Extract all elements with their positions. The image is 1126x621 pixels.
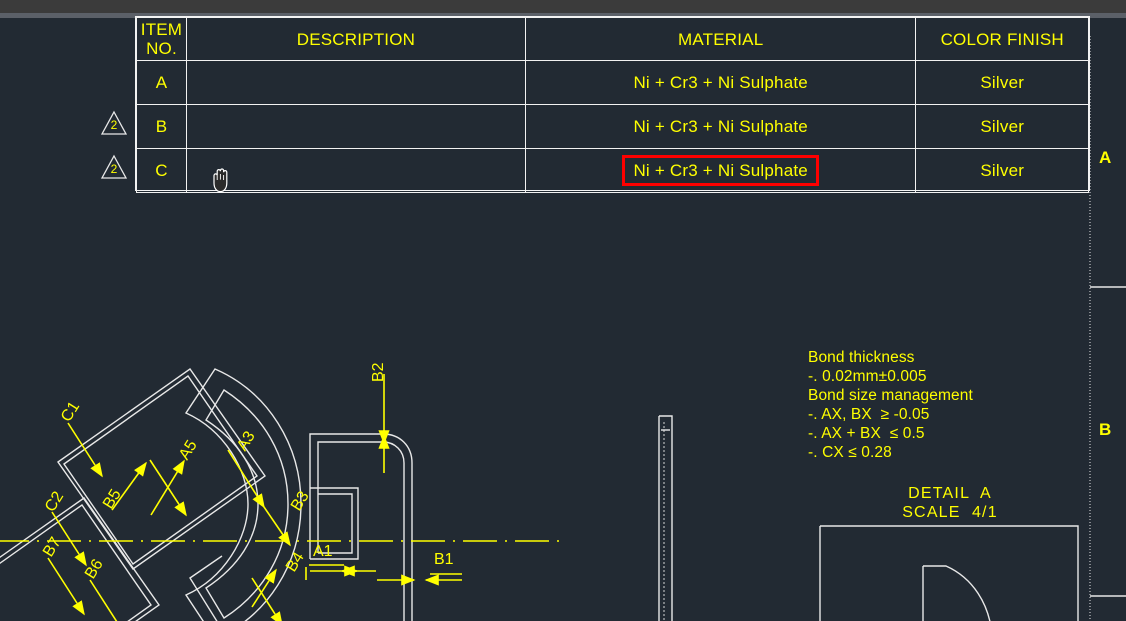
cell-item-no[interactable]: C <box>136 148 187 193</box>
column-header-item-no: ITEM NO. <box>136 17 187 61</box>
zone-letter-a: A <box>1099 148 1112 167</box>
revision-triangle-number: 2 <box>110 118 118 132</box>
table-row[interactable]: C Ni + Cr3 + Ni Sulphate Silver <box>136 148 1089 193</box>
dimension-annotations <box>0 374 565 621</box>
table-header-row: ITEM NO. DESCRIPTION MATERIAL COLOR FINI… <box>136 17 1089 61</box>
table-row[interactable]: B Ni + Cr3 + Ni Sulphate Silver <box>136 104 1089 149</box>
column-header-material: MATERIAL <box>524 17 917 61</box>
material-table[interactable]: ITEM NO. DESCRIPTION MATERIAL COLOR FINI… <box>135 16 1090 193</box>
cad-application-window: C1 C2 A5 B5 B7 B6 A3 B3 B4 B2 A1 B1 Bond… <box>0 0 1126 621</box>
revision-triangle-row-b[interactable]: 2 <box>100 110 128 136</box>
dimension-label-b2: B2 <box>370 362 387 382</box>
cell-material-text-highlighted[interactable]: Ni + Cr3 + Ni Sulphate <box>622 155 819 186</box>
cell-material-text: Ni + Cr3 + Ni Sulphate <box>633 116 808 136</box>
cell-color-finish[interactable]: Silver <box>915 104 1089 149</box>
cell-material[interactable]: Ni + Cr3 + Ni Sulphate <box>524 148 917 193</box>
revision-triangle-row-c[interactable]: 2 <box>100 154 128 180</box>
column-header-item-no-line2: NO. <box>146 39 177 58</box>
cell-color-finish[interactable]: Silver <box>915 60 1089 105</box>
zone-letter-b: B <box>1099 420 1112 439</box>
cell-description[interactable] <box>185 148 526 193</box>
cell-item-no[interactable]: A <box>136 60 187 105</box>
cell-material-text: Ni + Cr3 + Ni Sulphate <box>633 72 808 92</box>
pan-hand-cursor <box>208 166 234 196</box>
cell-description[interactable] <box>185 104 526 149</box>
cell-material[interactable]: Ni + Cr3 + Ni Sulphate <box>524 60 917 105</box>
bond-notes-text: Bond thickness -. 0.02mm±0.005 Bond size… <box>808 349 973 461</box>
dimension-label-b1: B1 <box>434 551 454 568</box>
cell-material[interactable]: Ni + Cr3 + Ni Sulphate <box>524 104 917 149</box>
table-row[interactable]: A Ni + Cr3 + Ni Sulphate Silver <box>136 60 1089 105</box>
toolbar-strip[interactable] <box>0 0 1126 13</box>
cell-item-no[interactable]: B <box>136 104 187 149</box>
column-header-description: DESCRIPTION <box>185 17 526 61</box>
revision-triangle-number: 2 <box>110 162 118 176</box>
cell-color-finish[interactable]: Silver <box>915 148 1089 193</box>
column-header-item-no-line1: ITEM <box>140 20 183 39</box>
cell-description[interactable] <box>185 60 526 105</box>
detail-view-title: DETAIL A SCALE 4/1 <box>902 485 998 521</box>
dimension-label-a1: A1 <box>313 543 333 560</box>
column-header-color-finish: COLOR FINISH <box>915 17 1089 61</box>
